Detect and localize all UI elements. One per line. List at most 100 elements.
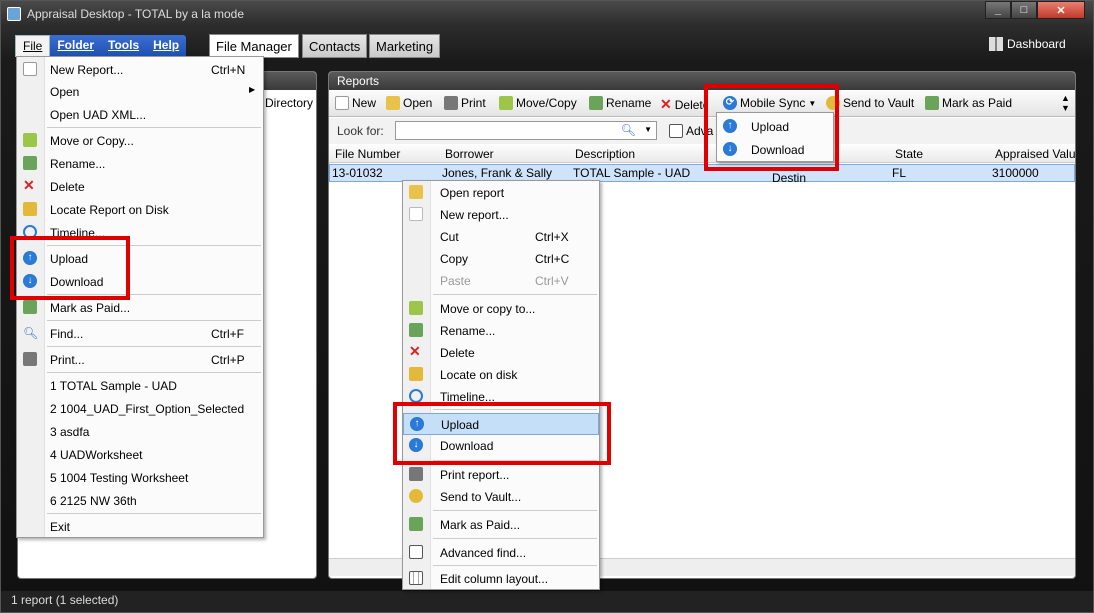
recent-file-item[interactable]: 2 1004_UAD_First_Option_Selected bbox=[17, 398, 263, 420]
menu-help[interactable]: Help bbox=[146, 35, 186, 57]
menu-new-report-label: New Report... bbox=[50, 63, 124, 77]
ctx-delete[interactable]: ✕ Delete bbox=[403, 342, 599, 364]
tab-file-manager[interactable]: File Manager bbox=[209, 34, 299, 58]
magnifier-icon: 🔍︎ bbox=[23, 326, 39, 340]
ctx-print-report[interactable]: Print report... bbox=[403, 464, 599, 486]
menu-separator bbox=[47, 320, 261, 321]
open-folder-icon bbox=[386, 96, 400, 110]
menu-exit[interactable]: Exit bbox=[17, 516, 263, 538]
close-button[interactable]: ✕ bbox=[1037, 1, 1085, 19]
chevron-down-icon[interactable]: ▼ bbox=[644, 125, 652, 134]
grid-header: File Number Borrower Description State A… bbox=[329, 145, 1076, 163]
delete-icon: ✕ bbox=[660, 96, 672, 112]
ctx-move-copy[interactable]: Move or copy to... bbox=[403, 298, 599, 320]
col-file-number[interactable]: File Number bbox=[335, 147, 400, 161]
tab-marketing[interactable]: Marketing bbox=[369, 34, 441, 58]
recent-file-item[interactable]: 3 asdfa bbox=[17, 421, 263, 443]
new-button[interactable]: New bbox=[335, 96, 376, 110]
ctx-rename-label: Rename... bbox=[440, 324, 496, 338]
ctx-rename[interactable]: Rename... bbox=[403, 320, 599, 342]
rename-icon bbox=[23, 156, 37, 170]
search-input[interactable]: 🔍︎ ▼ bbox=[395, 121, 657, 140]
new-document-icon bbox=[23, 62, 37, 76]
ctx-paste[interactable]: Paste Ctrl+V bbox=[403, 270, 599, 292]
menu-move-copy[interactable]: Move or Copy... bbox=[17, 130, 263, 152]
recent-file-label: 6 2125 NW 36th bbox=[50, 494, 137, 508]
ctx-send-to-vault[interactable]: Send to Vault... bbox=[403, 486, 599, 508]
ctx-new-report-label: New report... bbox=[440, 208, 509, 222]
status-text: 1 report (1 selected) bbox=[11, 593, 119, 607]
ctx-locate[interactable]: Locate on disk bbox=[403, 364, 599, 386]
delete-button[interactable]: ✕ Delete bbox=[660, 96, 708, 113]
menu-file[interactable]: File bbox=[15, 35, 51, 57]
menu-new-report[interactable]: New Report... Ctrl+N bbox=[17, 59, 263, 81]
col-borrower[interactable]: Borrower bbox=[445, 147, 494, 161]
menu-separator bbox=[433, 565, 597, 566]
send-to-vault-button[interactable]: Send to Vault bbox=[826, 96, 914, 110]
toolbar-overflow-icon[interactable]: ▲ ▼ bbox=[1061, 93, 1070, 113]
ctx-edit-column-layout[interactable]: Edit column layout... bbox=[403, 568, 599, 590]
rename-button[interactable]: Rename bbox=[589, 96, 651, 110]
menu-separator bbox=[433, 538, 597, 539]
mark-as-paid-button[interactable]: Mark as Paid bbox=[925, 96, 1012, 110]
ctx-print-label: Print report... bbox=[440, 468, 510, 482]
send-to-vault-label: Send to Vault bbox=[843, 96, 915, 110]
menu-open[interactable]: Open ▶ bbox=[17, 81, 263, 103]
new-label: New bbox=[352, 96, 377, 110]
recent-file-item[interactable]: 4 UADWorksheet bbox=[17, 444, 263, 466]
ctx-paste-label: Paste bbox=[440, 274, 471, 288]
printer-icon bbox=[409, 467, 423, 481]
app-icon bbox=[7, 7, 21, 21]
cell-state: FL bbox=[892, 166, 907, 180]
table-icon bbox=[409, 545, 423, 559]
delete-icon: ✕ bbox=[23, 177, 35, 193]
dashboard-button[interactable]: Dashboard bbox=[989, 34, 1066, 54]
menu-delete[interactable]: ✕ Delete bbox=[17, 176, 263, 198]
open-button[interactable]: Open bbox=[386, 96, 432, 110]
menu-print[interactable]: Print... Ctrl+P bbox=[17, 349, 263, 371]
menu-find[interactable]: 🔍︎ Find... Ctrl+F bbox=[17, 323, 263, 345]
ctx-vault-label: Send to Vault... bbox=[440, 490, 522, 504]
ctx-cut[interactable]: Cut Ctrl+X bbox=[403, 226, 599, 248]
mark-as-paid-label: Mark as Paid bbox=[942, 96, 1013, 110]
recent-file-item[interactable]: 6 2125 NW 36th bbox=[17, 490, 263, 512]
ctx-cut-shortcut: Ctrl+X bbox=[535, 230, 569, 244]
ctx-new-report[interactable]: New report... bbox=[403, 204, 599, 226]
ctx-cut-label: Cut bbox=[440, 230, 459, 244]
maximize-button[interactable]: □ bbox=[1011, 1, 1037, 19]
minimize-button[interactable]: _ bbox=[985, 1, 1011, 19]
rename-icon bbox=[589, 96, 603, 110]
delete-icon: ✕ bbox=[409, 343, 421, 359]
ctx-copy-label: Copy bbox=[440, 252, 469, 266]
move-copy-button[interactable]: Move/Copy bbox=[499, 96, 577, 110]
cell-appraised-value: 3100000 bbox=[992, 166, 1039, 180]
col-description[interactable]: Description bbox=[575, 147, 635, 161]
cell-city: Destin bbox=[772, 171, 807, 185]
col-state[interactable]: State bbox=[895, 147, 923, 161]
print-button[interactable]: Print bbox=[444, 96, 486, 110]
menu-print-shortcut: Ctrl+P bbox=[211, 353, 245, 367]
menu-rename[interactable]: Rename... bbox=[17, 153, 263, 175]
cell-description: TOTAL Sample - UAD bbox=[573, 166, 691, 180]
ctx-advanced-find[interactable]: Advanced find... bbox=[403, 542, 599, 564]
ctx-delete-label: Delete bbox=[440, 346, 475, 360]
menu-tools[interactable]: Tools bbox=[101, 35, 146, 57]
col-appraised-value[interactable]: Appraised Valu bbox=[995, 147, 1076, 161]
search-icon[interactable]: 🔍︎ bbox=[621, 123, 636, 137]
recent-file-item[interactable]: 1 TOTAL Sample - UAD bbox=[17, 375, 263, 397]
move-copy-icon bbox=[409, 301, 423, 315]
cell-file-number: 13-01032 bbox=[332, 166, 383, 180]
highlight-box bbox=[393, 402, 611, 465]
ctx-copy[interactable]: Copy Ctrl+C bbox=[403, 248, 599, 270]
ctx-mark-as-paid[interactable]: Mark as Paid... bbox=[403, 514, 599, 536]
submenu-arrow-icon: ▶ bbox=[249, 85, 256, 94]
status-bar: 1 report (1 selected) bbox=[1, 591, 1093, 612]
ctx-open-report[interactable]: Open report bbox=[403, 182, 599, 204]
menu-folder[interactable]: Folder bbox=[50, 35, 101, 57]
reports-toolbar: New Open Print Move/Copy Rename ✕ Delete … bbox=[329, 91, 1075, 117]
menu-open-uad-xml[interactable]: Open UAD XML... bbox=[17, 104, 263, 126]
menu-locate-report[interactable]: Locate Report on Disk bbox=[17, 199, 263, 221]
recent-file-item[interactable]: 5 1004 Testing Worksheet bbox=[17, 467, 263, 489]
menu-mark-as-paid[interactable]: Mark as Paid... bbox=[17, 297, 263, 319]
tab-contacts[interactable]: Contacts bbox=[302, 34, 368, 58]
